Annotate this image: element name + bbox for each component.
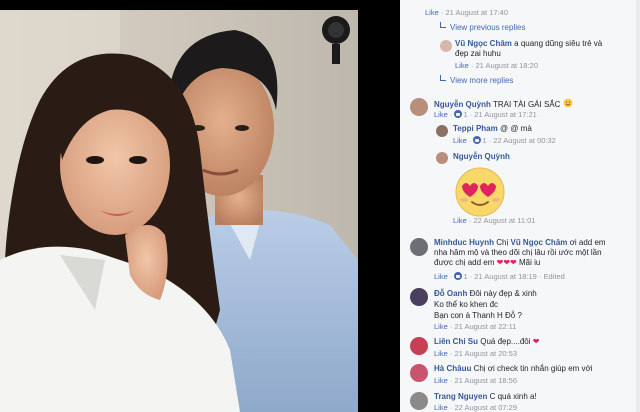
heart-eyes-emoji-icon	[455, 167, 505, 217]
reply-item: Teppi Pham @ @ mà	[453, 124, 640, 133]
photo-viewer	[0, 0, 400, 412]
mention-link[interactable]: Vũ Ngọc Châm	[510, 238, 567, 247]
comment-item: Nguyễn Quỳnh TRAI TÀI GÁI SẮC	[434, 98, 640, 109]
commenter-name[interactable]: Vũ Ngọc Châm	[455, 39, 512, 48]
like-link[interactable]: Like	[425, 8, 439, 17]
like-count-icon	[454, 272, 463, 280]
comment-meta: Like · 1 · 21 August at 17:21	[434, 110, 537, 119]
camera-mount-decor	[322, 16, 350, 64]
comment-meta: Like · 1 · 21 August at 18:19 · Edited	[434, 272, 565, 281]
avatar[interactable]	[410, 337, 428, 355]
like-link[interactable]: Like	[434, 272, 448, 281]
commenter-name[interactable]: Teppi Pham	[453, 124, 498, 133]
comment-item: Trang Nguyen C quá xinh a!	[434, 392, 640, 401]
view-more-replies[interactable]: View more replies	[440, 75, 640, 85]
commenter-name[interactable]: Minhduc Huynh	[434, 238, 494, 247]
comment-meta: Like · 21 August at 22:11	[434, 322, 517, 331]
avatar[interactable]	[436, 125, 448, 137]
reply-item: Nguyễn Quỳnh	[453, 152, 640, 161]
comment-text: Chị ơi check tin nhắn giúp em với	[473, 364, 593, 373]
comment-text: C quá xinh a!	[489, 392, 537, 401]
photo[interactable]	[0, 10, 358, 412]
heart-emoji-icon: ❤	[532, 337, 540, 346]
comment-text: @ @ mà	[499, 124, 532, 133]
commenter-name[interactable]: Nguyễn Quỳnh	[434, 100, 491, 109]
like-link[interactable]: Like	[455, 61, 469, 70]
commenter-name[interactable]: Liên Chi Su	[434, 337, 478, 346]
comment-item: Liên Chi Su Quá đẹp....đôi ❤	[434, 337, 640, 346]
comment-item: Đỗ Oanh Đôi này đẹp & xinh Ko thể ko khe…	[434, 289, 537, 320]
commenter-name[interactable]: Đỗ Oanh	[434, 289, 467, 298]
reply-arrow-icon	[440, 22, 446, 28]
like-link[interactable]: Like	[453, 136, 467, 145]
comment-item: Minhduc Huynh Chị Vũ Ngọc Châm ơi add em…	[434, 238, 606, 267]
comment-time: 21 August at 17:40	[445, 8, 508, 17]
reply-item: Vũ Ngọc Châm a quang dũng siêu trẻ và đẹ…	[455, 39, 605, 59]
reply-meta: Like · 1 · 22 August at 00:32	[453, 136, 556, 145]
avatar[interactable]	[440, 40, 452, 52]
like-link[interactable]: Like	[434, 403, 448, 412]
like-link[interactable]: Like	[434, 110, 448, 119]
like-count-icon	[473, 136, 482, 144]
avatar[interactable]	[410, 392, 428, 410]
comments-panel: Like · 21 August at 17:40 View previous …	[400, 0, 640, 412]
like-count-icon	[454, 110, 463, 118]
avatar[interactable]	[410, 238, 428, 256]
comment-text: Đôi này đẹp & xinh	[469, 289, 537, 298]
comment-text: Quá đẹp....đôi	[480, 337, 531, 346]
avatar[interactable]	[436, 152, 448, 164]
commenter-name[interactable]: Hà Châuu	[434, 364, 471, 373]
like-link[interactable]: Like	[434, 322, 448, 331]
comment-meta: Like · 21 August at 20:53	[434, 349, 517, 358]
like-link[interactable]: Like	[434, 349, 448, 358]
comment-meta: Like · 22 August at 07:29	[434, 403, 517, 412]
avatar[interactable]	[410, 288, 428, 306]
comment-meta: Like · 21 August at 18:56	[434, 376, 517, 385]
heart-emoji-icon: ❤❤❤	[496, 258, 517, 267]
avatar[interactable]	[410, 98, 428, 116]
smile-emoji-icon	[563, 98, 573, 108]
commenter-name[interactable]: Nguyễn Quỳnh	[453, 152, 510, 161]
view-previous-replies[interactable]: View previous replies	[440, 22, 640, 32]
reply-meta: Like · 21 August at 18:20	[455, 61, 538, 70]
comment-item: Hà Châuu Chị ơi check tin nhắn giúp em v…	[434, 364, 640, 373]
commenter-name[interactable]: Trang Nguyen	[434, 392, 487, 401]
comment-meta-top: Like · 21 August at 17:40	[425, 8, 508, 17]
scrollbar[interactable]	[636, 0, 640, 412]
like-link[interactable]: Like	[434, 376, 448, 385]
avatar[interactable]	[410, 364, 428, 382]
couple-selfie-image	[0, 10, 358, 412]
comment-text: TRAI TÀI GÁI SẮC	[492, 100, 561, 109]
reply-arrow-icon	[440, 75, 446, 81]
